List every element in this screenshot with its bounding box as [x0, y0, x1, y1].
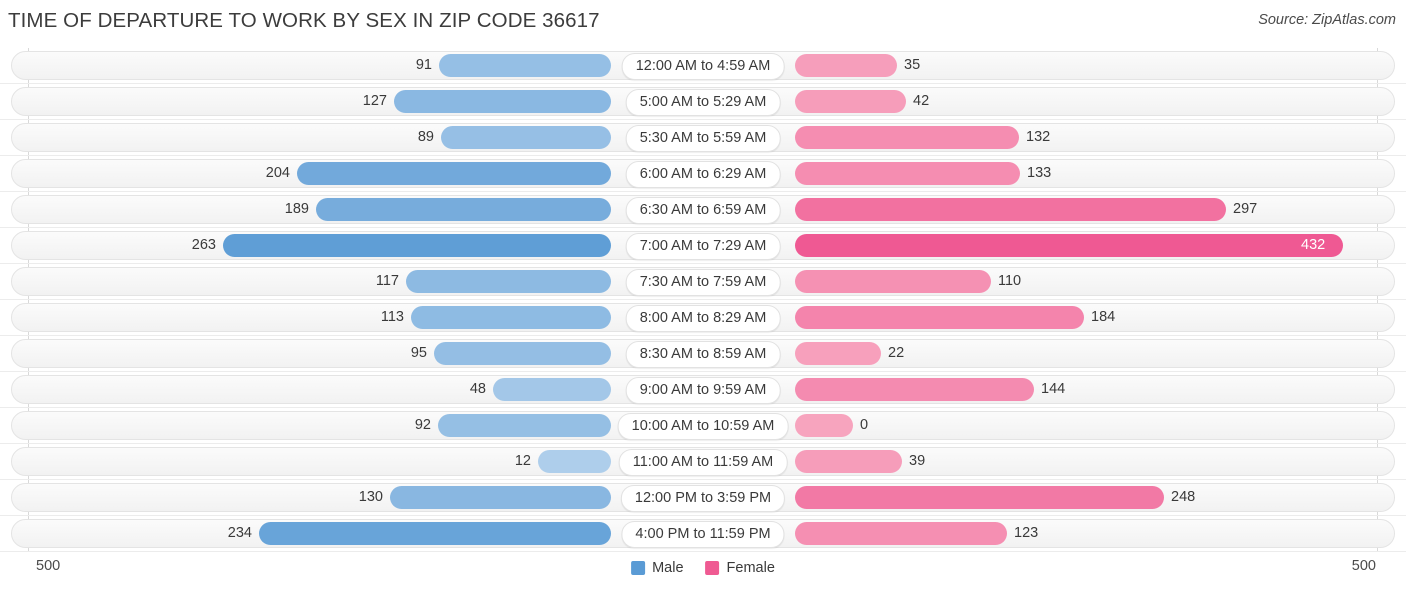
- category-label: 12:00 AM to 4:59 AM: [621, 53, 785, 80]
- bar-value-male: 91: [415, 57, 432, 73]
- bar-male[interactable]: [297, 162, 611, 185]
- bar-male[interactable]: [406, 270, 611, 293]
- bar-row: 91 35 12:00 AM to 4:59 AM: [0, 48, 1406, 84]
- bar-male[interactable]: [439, 54, 611, 77]
- category-label: 8:30 AM to 8:59 AM: [625, 341, 781, 368]
- category-label: 11:00 AM to 11:59 AM: [618, 449, 788, 476]
- bar-row: 189 297 6:30 AM to 6:59 AM: [0, 192, 1406, 228]
- bar-value-female: 0: [860, 417, 869, 433]
- bar-female[interactable]: [795, 198, 1226, 221]
- legend-item-female[interactable]: Female: [705, 560, 775, 576]
- bar-row: 12 39 11:00 AM to 11:59 AM: [0, 444, 1406, 480]
- category-label: 10:00 AM to 10:59 AM: [617, 413, 789, 440]
- bar-value-female: 35: [904, 57, 921, 73]
- bar-value-male: 189: [284, 201, 309, 217]
- bar-male[interactable]: [390, 486, 611, 509]
- category-label: 7:30 AM to 7:59 AM: [625, 269, 781, 296]
- bar-male[interactable]: [259, 522, 611, 545]
- bar-value-female: 22: [888, 345, 905, 361]
- bar-male[interactable]: [438, 414, 611, 437]
- bar-male[interactable]: [493, 378, 611, 401]
- legend-item-male[interactable]: Male: [631, 560, 684, 576]
- bar-female[interactable]: [795, 450, 902, 473]
- bar-female[interactable]: [795, 54, 897, 77]
- bar-value-female: 248: [1171, 489, 1196, 505]
- bar-female[interactable]: [795, 522, 1007, 545]
- category-label: 5:30 AM to 5:59 AM: [625, 125, 781, 152]
- category-label: 12:00 PM to 3:59 PM: [620, 485, 786, 512]
- category-label: 7:00 AM to 7:29 AM: [625, 233, 781, 260]
- bar-value-male: 234: [227, 525, 252, 541]
- axis-max-left: 500: [36, 558, 61, 574]
- bar-value-male: 89: [417, 129, 434, 145]
- bar-row: 117 110 7:30 AM to 7:59 AM: [0, 264, 1406, 300]
- legend-swatch-male-icon: [631, 561, 646, 575]
- category-label: 6:00 AM to 6:29 AM: [625, 161, 781, 188]
- bar-row: 234 123 4:00 PM to 11:59 PM: [0, 516, 1406, 552]
- bar-value-male: 130: [358, 489, 383, 505]
- bar-value-male: 263: [191, 237, 216, 253]
- bar-female[interactable]: [795, 90, 906, 113]
- legend-label-female: Female: [726, 560, 775, 576]
- bar-value-female: 297: [1233, 201, 1258, 217]
- bar-female[interactable]: [795, 162, 1020, 185]
- bar-female[interactable]: [795, 234, 1343, 257]
- bar-value-male: 127: [362, 93, 387, 109]
- bar-value-male: 95: [410, 345, 427, 361]
- bar-value-female: 432: [1301, 237, 1326, 253]
- source-attribution: Source: ZipAtlas.com: [1258, 12, 1396, 28]
- bar-value-female: 133: [1027, 165, 1052, 181]
- legend-swatch-female-icon: [705, 561, 720, 575]
- bar-value-male: 113: [380, 309, 404, 325]
- bar-female[interactable]: [795, 378, 1034, 401]
- bar-female[interactable]: [795, 306, 1084, 329]
- bar-rows: 91 35 12:00 AM to 4:59 AM 127 42 5:00 AM to 5…: [0, 48, 1406, 552]
- bar-row: 48 144 9:00 AM to 9:59 AM: [0, 372, 1406, 408]
- chart-header: TIME OF DEPARTURE TO WORK BY SEX IN ZIP …: [0, 0, 1406, 44]
- bar-female[interactable]: [795, 486, 1164, 509]
- bar-row: 127 42 5:00 AM to 5:29 AM: [0, 84, 1406, 120]
- bar-value-female: 184: [1091, 309, 1116, 325]
- chart-plot-area: 91 35 12:00 AM to 4:59 AM 127 42 5:00 AM to 5…: [0, 48, 1406, 552]
- page-title: TIME OF DEPARTURE TO WORK BY SEX IN ZIP …: [8, 9, 600, 32]
- bar-value-male: 204: [265, 165, 290, 181]
- bar-female[interactable]: [795, 414, 853, 437]
- bar-value-female: 39: [909, 453, 926, 469]
- category-label: 5:00 AM to 5:29 AM: [625, 89, 781, 116]
- bar-row: 92 0 10:00 AM to 10:59 AM: [0, 408, 1406, 444]
- bar-row: 204 133 6:00 AM to 6:29 AM: [0, 156, 1406, 192]
- category-label: 4:00 PM to 11:59 PM: [621, 521, 785, 548]
- bar-value-female: 110: [998, 273, 1022, 289]
- bar-male[interactable]: [394, 90, 611, 113]
- category-label: 8:00 AM to 8:29 AM: [625, 305, 781, 332]
- category-label: 9:00 AM to 9:59 AM: [625, 377, 781, 404]
- bar-male[interactable]: [441, 126, 611, 149]
- chart-legend: Male Female: [631, 560, 775, 576]
- bar-value-male: 12: [514, 453, 531, 469]
- bar-male[interactable]: [316, 198, 611, 221]
- bar-row: 89 132 5:30 AM to 5:59 AM: [0, 120, 1406, 156]
- bar-value-male: 48: [469, 381, 486, 397]
- bar-value-female: 144: [1041, 381, 1066, 397]
- bar-male[interactable]: [434, 342, 611, 365]
- bar-value-female: 132: [1026, 129, 1051, 145]
- bar-value-female: 42: [913, 93, 930, 109]
- bar-female[interactable]: [795, 270, 991, 293]
- bar-value-female: 123: [1014, 525, 1039, 541]
- bar-row: 113 184 8:00 AM to 8:29 AM: [0, 300, 1406, 336]
- bar-row: 130 248 12:00 PM to 3:59 PM: [0, 480, 1406, 516]
- bar-male[interactable]: [223, 234, 611, 257]
- axis-max-right: 500: [1351, 558, 1376, 574]
- bar-row: 263 432 7:00 AM to 7:29 AM: [0, 228, 1406, 264]
- legend-label-male: Male: [652, 560, 684, 576]
- chart-footer: 500 500 Male Female: [0, 552, 1406, 594]
- bar-value-male: 117: [375, 273, 399, 289]
- category-label: 6:30 AM to 6:59 AM: [625, 197, 781, 224]
- bar-value-male: 92: [414, 417, 431, 433]
- bar-male[interactable]: [411, 306, 611, 329]
- bar-row: 95 22 8:30 AM to 8:59 AM: [0, 336, 1406, 372]
- bar-female[interactable]: [795, 342, 881, 365]
- bar-female[interactable]: [795, 126, 1019, 149]
- bar-male[interactable]: [538, 450, 611, 473]
